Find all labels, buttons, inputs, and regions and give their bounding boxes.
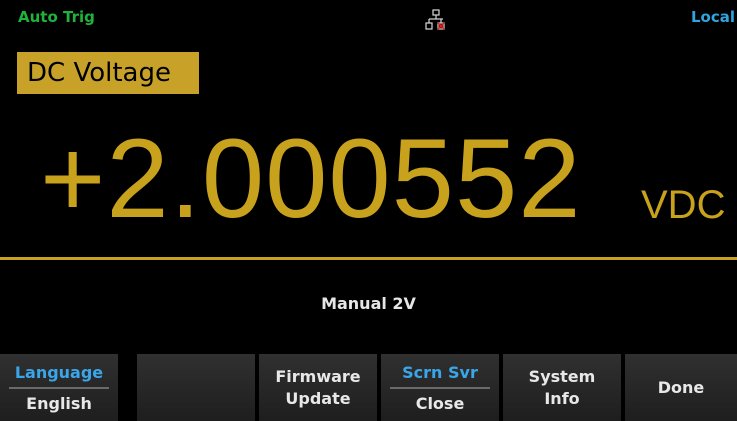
softkey-separator [390, 387, 490, 389]
function-label: DC Voltage [17, 52, 199, 94]
softkey-system-info[interactable]: System Info [503, 354, 621, 421]
trigger-status: Auto Trig [18, 8, 95, 26]
softkey-done[interactable]: Done [625, 354, 737, 421]
softkey-blank[interactable] [137, 354, 255, 421]
status-bar: Auto Trig Local [0, 0, 737, 36]
measurement-unit: VDC [641, 183, 726, 227]
lan-disconnected-icon [425, 9, 447, 31]
softkey-language-title: Language [14, 363, 104, 382]
softkey-separator [9, 387, 109, 389]
softkey-language[interactable]: Language English [0, 354, 118, 421]
softkey-system-info-line1: System [528, 366, 596, 386]
softkey-firmware-line2: Update [285, 388, 351, 408]
softkey-done-label: Done [657, 377, 705, 397]
measurement-reading: +2.000552 [40, 116, 582, 241]
softkey-firmware-line1: Firmware [275, 366, 361, 386]
softkey-system-info-line2: Info [544, 388, 580, 408]
softkey-language-value: English [26, 394, 92, 413]
softkey-screen-saver-title: Scrn Svr [402, 363, 478, 382]
remote-status: Local [691, 8, 736, 26]
softkey-screen-saver[interactable]: Scrn Svr Close [381, 354, 499, 421]
range-status: Manual 2V [321, 294, 416, 313]
divider [0, 257, 737, 260]
softkey-screen-saver-value: Close [415, 394, 465, 413]
softkey-firmware-update[interactable]: Firmware Update [259, 354, 377, 421]
softkey-bar: Language English Firmware Update Scrn Sv… [0, 354, 737, 421]
